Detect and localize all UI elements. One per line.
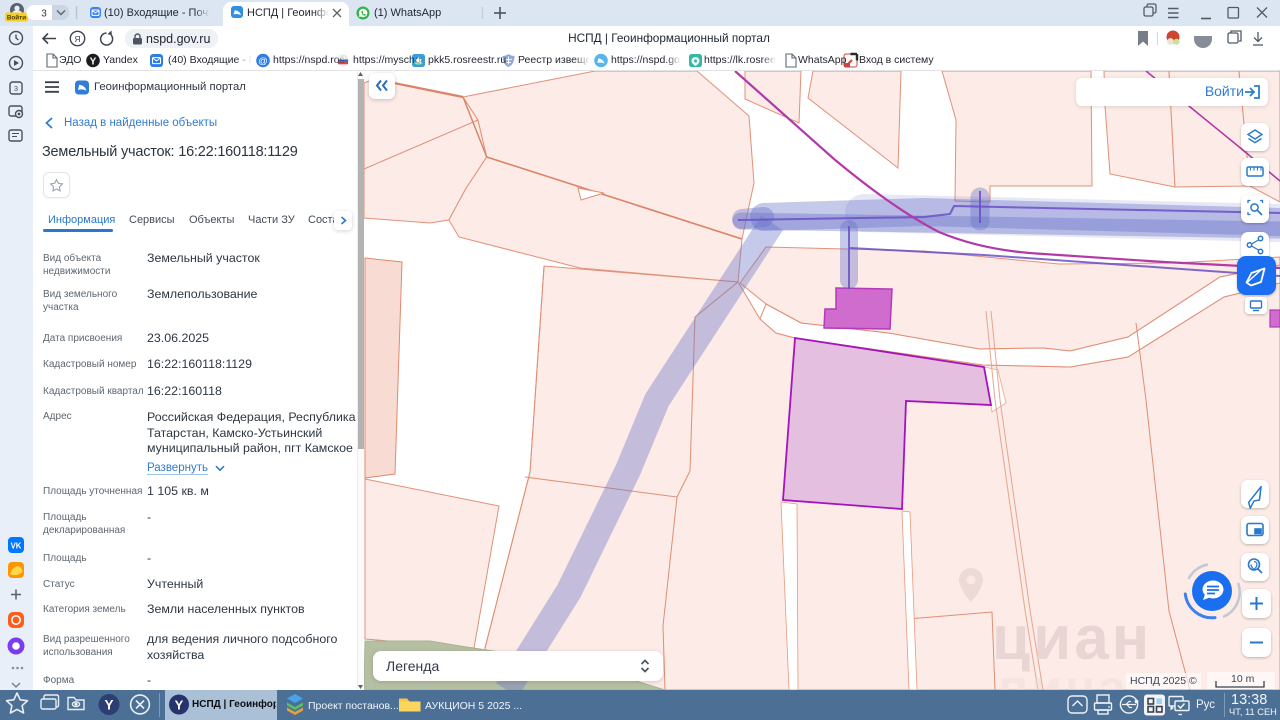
svg-text:@: @ bbox=[258, 56, 268, 67]
svg-text:Войти: Войти bbox=[7, 13, 26, 21]
svg-text:VK: VK bbox=[11, 542, 22, 551]
svg-text:Я: Я bbox=[74, 34, 80, 44]
svg-text:3: 3 bbox=[41, 9, 47, 20]
svg-text:Y: Y bbox=[104, 698, 113, 713]
svg-text:Y: Y bbox=[175, 697, 184, 712]
svg-text:3: 3 bbox=[14, 84, 18, 93]
svg-text:Y: Y bbox=[90, 57, 97, 68]
